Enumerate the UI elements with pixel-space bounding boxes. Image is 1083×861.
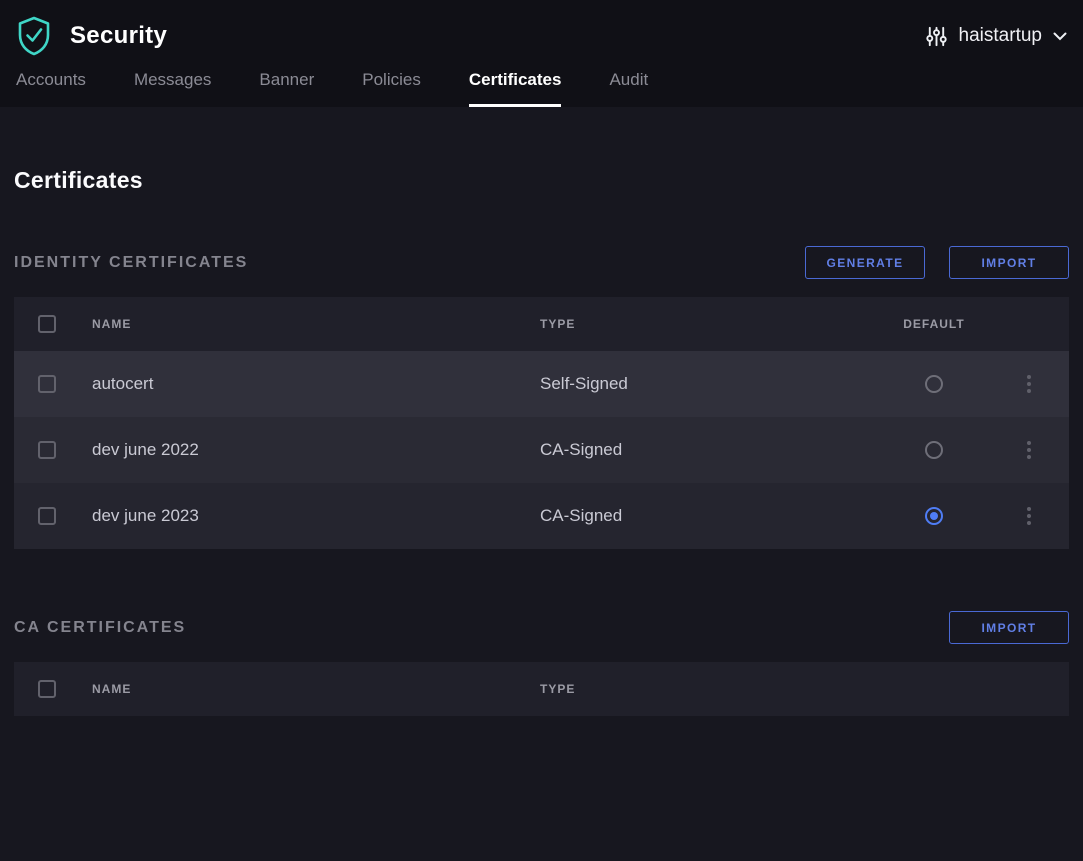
ca-certificates-section-header: CA CERTIFICATES IMPORT	[14, 611, 1069, 644]
tab-audit[interactable]: Audit	[609, 70, 648, 107]
identity-certificates-section-header: IDENTITY CERTIFICATES GENERATE IMPORT	[14, 246, 1069, 279]
row-checkbox[interactable]	[38, 507, 56, 525]
certificates-page: Certificates IDENTITY CERTIFICATES GENER…	[0, 167, 1083, 716]
row-checkbox[interactable]	[38, 441, 56, 459]
import-button[interactable]: IMPORT	[949, 246, 1069, 279]
tab-policies[interactable]: Policies	[362, 70, 421, 107]
certificate-name: dev june 2022	[92, 440, 540, 460]
table-row: autocert Self-Signed	[14, 351, 1069, 417]
identity-certificates-table: NAME TYPE DEFAULT autocert Self-Signed d…	[14, 297, 1069, 549]
row-menu-icon[interactable]	[1023, 503, 1035, 529]
default-radio[interactable]	[925, 507, 943, 525]
ca-import-button[interactable]: IMPORT	[949, 611, 1069, 644]
account-switcher[interactable]: haistartup	[925, 25, 1067, 48]
certificate-name: autocert	[92, 374, 540, 394]
table-row: dev june 2022 CA-Signed	[14, 417, 1069, 483]
tab-bar: Accounts Messages Banner Policies Certif…	[16, 70, 1067, 107]
column-header-type: TYPE	[540, 317, 879, 331]
tab-certificates[interactable]: Certificates	[469, 70, 562, 107]
app-header: Security haistartup	[16, 0, 1067, 70]
table-header-row: NAME TYPE DEFAULT	[14, 297, 1069, 351]
select-all-checkbox[interactable]	[38, 680, 56, 698]
certificate-type: CA-Signed	[540, 440, 879, 460]
sliders-icon	[925, 25, 948, 48]
app-title: Security	[70, 22, 167, 50]
column-header-name: NAME	[92, 682, 540, 696]
tab-banner[interactable]: Banner	[259, 70, 314, 107]
table-row: dev june 2023 CA-Signed	[14, 483, 1069, 549]
row-checkbox[interactable]	[38, 375, 56, 393]
ca-certificates-table: NAME TYPE	[14, 662, 1069, 716]
default-radio[interactable]	[925, 375, 943, 393]
default-radio[interactable]	[925, 441, 943, 459]
identity-certificates-heading: IDENTITY CERTIFICATES	[14, 254, 248, 272]
account-name: haistartup	[959, 25, 1042, 47]
table-header-row: NAME TYPE	[14, 662, 1069, 716]
certificate-name: dev june 2023	[92, 506, 540, 526]
column-header-default: DEFAULT	[879, 317, 989, 331]
ca-certificates-actions: IMPORT	[949, 611, 1069, 644]
generate-button[interactable]: GENERATE	[805, 246, 925, 279]
certificate-type: CA-Signed	[540, 506, 879, 526]
tab-accounts[interactable]: Accounts	[16, 70, 86, 107]
certificate-type: Self-Signed	[540, 374, 879, 394]
column-header-name: NAME	[92, 317, 540, 331]
row-menu-icon[interactable]	[1023, 437, 1035, 463]
app-top-bar: Security haistartup Accounts	[0, 0, 1083, 107]
security-shield-icon	[16, 16, 52, 56]
row-menu-icon[interactable]	[1023, 371, 1035, 397]
column-header-type: TYPE	[540, 682, 1069, 696]
ca-certificates-heading: CA CERTIFICATES	[14, 619, 186, 637]
page-title: Certificates	[14, 167, 1069, 194]
chevron-down-icon	[1053, 32, 1067, 41]
select-all-checkbox[interactable]	[38, 315, 56, 333]
identity-certificates-actions: GENERATE IMPORT	[805, 246, 1069, 279]
tab-messages[interactable]: Messages	[134, 70, 211, 107]
